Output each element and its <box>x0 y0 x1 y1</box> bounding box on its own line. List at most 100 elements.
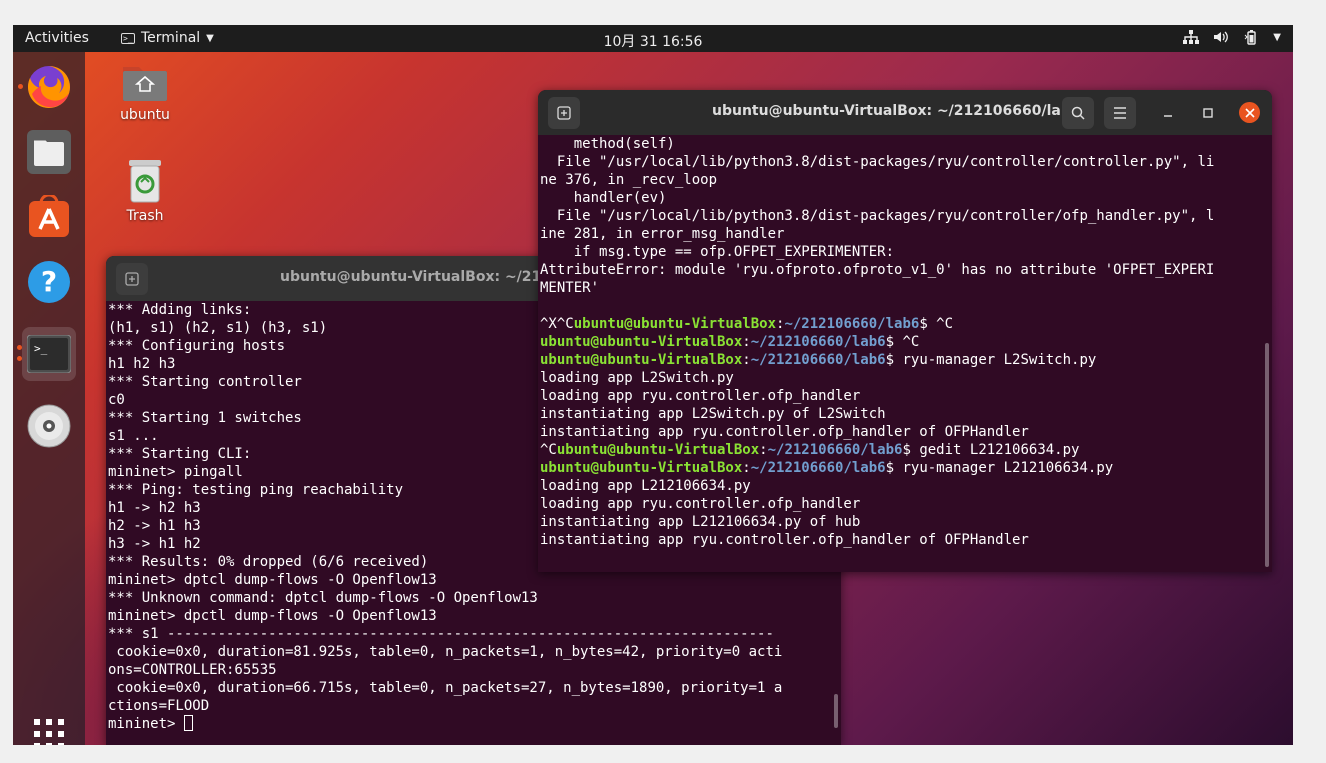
new-tab-icon <box>557 106 571 120</box>
prompt-line-5: ubuntu@ubuntu-VirtualBox:~/212106660/lab… <box>540 460 1114 476</box>
system-tray[interactable]: ▼ <box>1183 29 1281 45</box>
scrollbar[interactable] <box>834 694 838 728</box>
output-line: loading app ryu.controller.ofp_handler <box>540 388 861 404</box>
shell-prompt: mininet> <box>108 716 184 732</box>
close-icon <box>1244 107 1255 118</box>
new-tab-button[interactable] <box>116 263 148 295</box>
menu-button[interactable] <box>1104 97 1136 129</box>
terminal-icon: >_ <box>27 335 71 373</box>
maximize-icon <box>1203 108 1213 118</box>
output-line: method(self) <box>540 136 675 152</box>
window-title: ubuntu@ubuntu-VirtualBox: ~/212106660/la… <box>712 103 1081 119</box>
output-line: cookie=0x0, duration=81.925s, table=0, n… <box>108 644 783 660</box>
system-menu-chevron-icon: ▼ <box>1273 31 1281 43</box>
app-menu-label: Terminal <box>141 30 201 46</box>
minimize-button[interactable] <box>1152 97 1184 129</box>
output-line: *** Starting controller <box>108 374 302 390</box>
battery-icon <box>1244 30 1256 45</box>
svg-text:?: ? <box>41 265 57 298</box>
prompt-line-1: ^X^Cubuntu@ubuntu-VirtualBox:~/212106660… <box>540 316 954 332</box>
scrollbar[interactable] <box>1265 343 1269 567</box>
svg-text:>_: >_ <box>34 342 48 355</box>
output-line: instantiating app ryu.controller.ofp_han… <box>540 532 1029 548</box>
output-line: c0 <box>108 392 125 408</box>
prompt-line-4: ^Cubuntu@ubuntu-VirtualBox:~/212106660/l… <box>540 442 1080 458</box>
output-line: loading app L2Switch.py <box>540 370 734 386</box>
output-line: (h1, s1) (h2, s1) (h3, s1) <box>108 320 328 336</box>
output-line: *** Starting 1 switches <box>108 410 302 426</box>
dock-software[interactable] <box>22 190 76 244</box>
output-line: mininet> dptcl dump-flows -O Openflow13 <box>108 572 437 588</box>
dock-files[interactable] <box>22 125 76 179</box>
output-line: File "/usr/local/lib/python3.8/dist-pack… <box>540 208 1215 224</box>
prompt-line-2: ubuntu@ubuntu-VirtualBox:~/212106660/lab… <box>540 334 920 350</box>
trash-label: Trash <box>126 208 164 224</box>
output-line: *** Adding links: <box>108 302 252 318</box>
terminal-output[interactable]: method(self) File "/usr/local/lib/python… <box>538 135 1272 549</box>
minimize-icon <box>1164 115 1172 117</box>
desktop-screen: Activities >_ Terminal ▼ 10月 31 16:56 ▼ <box>13 25 1293 745</box>
running-indicator <box>18 84 23 89</box>
output-line: ne 376, in _recv_loop <box>540 172 718 188</box>
output-line: *** Ping: testing ping reachability <box>108 482 404 498</box>
output-line: h1 h2 h3 <box>108 356 176 372</box>
clock[interactable]: 10月 31 16:56 <box>604 34 703 50</box>
volume-icon <box>1214 31 1229 43</box>
dock-dvd[interactable] <box>22 399 76 453</box>
network-icon <box>1183 30 1200 44</box>
app-menu-button[interactable]: >_ Terminal ▼ <box>121 30 214 46</box>
trash-icon <box>129 160 161 203</box>
output-line: s1 ... <box>108 428 159 444</box>
output-line: *** Unknown command: dptcl dump-flows -O… <box>108 590 538 606</box>
new-tab-button[interactable] <box>548 97 580 129</box>
terminal-window-ryu[interactable]: ubuntu@ubuntu-VirtualBox: ~/212106660/la… <box>538 90 1272 572</box>
desktop-home-folder[interactable]: ubuntu <box>110 61 180 123</box>
top-bar: Activities >_ Terminal ▼ 10月 31 16:56 ▼ <box>13 25 1293 52</box>
text-cursor <box>183 715 193 731</box>
activities-button[interactable]: Activities <box>25 30 89 46</box>
output-line: ine 281, in error_msg_handler <box>540 226 785 242</box>
home-folder-label: ubuntu <box>120 107 170 123</box>
output-line: *** Configuring hosts <box>108 338 286 354</box>
prompt-line-3: ubuntu@ubuntu-VirtualBox:~/212106660/lab… <box>540 352 1097 368</box>
output-line: loading app L212106634.py <box>540 478 751 494</box>
output-line: AttributeError: module 'ryu.ofproto.ofpr… <box>540 262 1215 278</box>
terminal-icon: >_ <box>121 32 135 44</box>
dock-firefox[interactable] <box>18 60 76 114</box>
output-line: MENTER' <box>540 280 600 296</box>
home-folder-icon <box>123 67 167 101</box>
output-line: handler(ev) <box>540 190 667 206</box>
output-line: instantiating app L2Switch.py of L2Switc… <box>540 406 886 422</box>
output-line: mininet> dpctl dump-flows -O Openflow13 <box>108 608 437 624</box>
running-indicator <box>17 356 22 361</box>
dock-terminal[interactable]: >_ <box>17 327 76 381</box>
output-line: instantiating app L212106634.py of hub <box>540 514 861 530</box>
output-line: *** s1 ---------------------------------… <box>108 626 774 642</box>
output-line: ctions=FLOOD <box>108 698 210 714</box>
output-line: ons=CONTROLLER:65535 <box>108 662 277 678</box>
search-icon <box>1071 106 1085 120</box>
optical-disc-icon <box>27 404 71 448</box>
app-grid-icon <box>34 719 64 745</box>
dock: ? >_ <box>13 52 85 745</box>
show-applications-button[interactable] <box>22 707 76 745</box>
terminal-titlebar[interactable]: ubuntu@ubuntu-VirtualBox: ~/212106660/la… <box>538 90 1272 135</box>
output-line: File "/usr/local/lib/python3.8/dist-pack… <box>540 154 1215 170</box>
close-button[interactable] <box>1239 102 1260 123</box>
output-line: h3 -> h1 h2 <box>108 536 201 552</box>
search-button[interactable] <box>1062 97 1094 129</box>
hamburger-menu-icon <box>1114 107 1126 119</box>
dock-help[interactable]: ? <box>22 255 76 309</box>
output-line: cookie=0x0, duration=66.715s, table=0, n… <box>108 680 783 696</box>
output-line: h2 -> h1 h3 <box>108 518 201 534</box>
output-line: instantiating app ryu.controller.ofp_han… <box>540 424 1029 440</box>
software-store-icon <box>29 195 69 237</box>
running-indicator <box>17 345 22 350</box>
maximize-button[interactable] <box>1192 97 1224 129</box>
output-line: mininet> pingall <box>108 464 243 480</box>
output-line: *** Results: 0% dropped (6/6 received) <box>108 554 429 570</box>
firefox-icon <box>27 66 70 108</box>
files-icon <box>27 130 71 174</box>
desktop-trash[interactable]: Trash <box>110 158 180 224</box>
output-line: *** Starting CLI: <box>108 446 252 462</box>
